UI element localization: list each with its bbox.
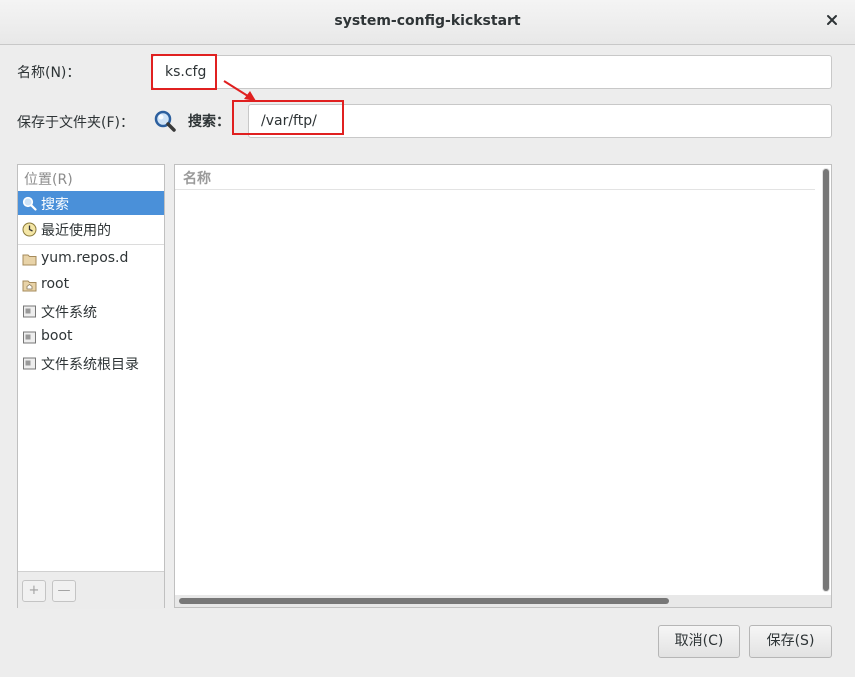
name-label: 名称(N)： bbox=[17, 65, 81, 81]
places-item-label: 最近使用的 bbox=[41, 223, 111, 239]
places-item-boot[interactable]: boot bbox=[18, 325, 164, 349]
places-item-label: 搜索 bbox=[41, 197, 69, 213]
search-label: 搜索： bbox=[188, 114, 230, 130]
places-item-label: 文件系统 bbox=[41, 305, 97, 321]
places-item-recent[interactable]: 最近使用的 bbox=[18, 217, 164, 241]
horizontal-scrollbar[interactable] bbox=[175, 595, 831, 607]
cancel-button[interactable]: 取消(C) bbox=[658, 625, 740, 658]
save-in-folder-label: 保存于文件夹(F)： bbox=[17, 115, 134, 131]
places-separator bbox=[18, 244, 164, 245]
drive-icon bbox=[22, 330, 37, 345]
folder-icon bbox=[22, 252, 37, 267]
annotation-box-name bbox=[151, 54, 217, 90]
drive-icon bbox=[22, 356, 37, 371]
places-item-label: boot bbox=[41, 328, 73, 344]
vertical-scrollbar-thumb[interactable] bbox=[823, 169, 829, 591]
save-dialog: system-config-kickstart 名称(N)： ks.cfg 保存… bbox=[0, 0, 855, 677]
file-list[interactable]: 名称 bbox=[174, 164, 832, 608]
places-item-label: root bbox=[41, 276, 70, 292]
search-icon bbox=[153, 109, 177, 133]
places-item-filesystem-root[interactable]: 文件系统根目录 bbox=[18, 351, 164, 375]
save-button[interactable]: 保存(S) bbox=[749, 625, 832, 658]
home-folder-icon bbox=[22, 278, 37, 293]
places-item-yum-repos[interactable]: yum.repos.d bbox=[18, 247, 164, 271]
places-item-root[interactable]: root bbox=[18, 273, 164, 297]
header-divider bbox=[175, 189, 815, 190]
places-header: 位置(R) bbox=[24, 172, 73, 188]
places-item-filesystem[interactable]: 文件系统 bbox=[18, 299, 164, 323]
drive-icon bbox=[22, 304, 37, 319]
add-bookmark-button[interactable]: + bbox=[22, 580, 46, 602]
search-icon bbox=[22, 196, 37, 211]
places-sidebar: 位置(R) 搜索 最近使用的 yum.repos.d root 文件系统 boo… bbox=[17, 164, 165, 609]
places-item-label: yum.repos.d bbox=[41, 250, 129, 266]
close-icon[interactable] bbox=[825, 13, 839, 27]
places-item-search[interactable]: 搜索 bbox=[18, 191, 164, 215]
column-header-name[interactable]: 名称 bbox=[183, 168, 211, 188]
window-title: system-config-kickstart bbox=[334, 13, 521, 29]
horizontal-scrollbar-thumb[interactable] bbox=[179, 598, 669, 604]
title-bar[interactable]: system-config-kickstart bbox=[0, 0, 855, 45]
places-button-bar: + — bbox=[18, 571, 164, 609]
annotation-box-path bbox=[232, 100, 344, 135]
remove-bookmark-button[interactable]: — bbox=[52, 580, 76, 602]
places-item-label: 文件系统根目录 bbox=[41, 357, 139, 373]
clock-icon bbox=[22, 222, 37, 237]
